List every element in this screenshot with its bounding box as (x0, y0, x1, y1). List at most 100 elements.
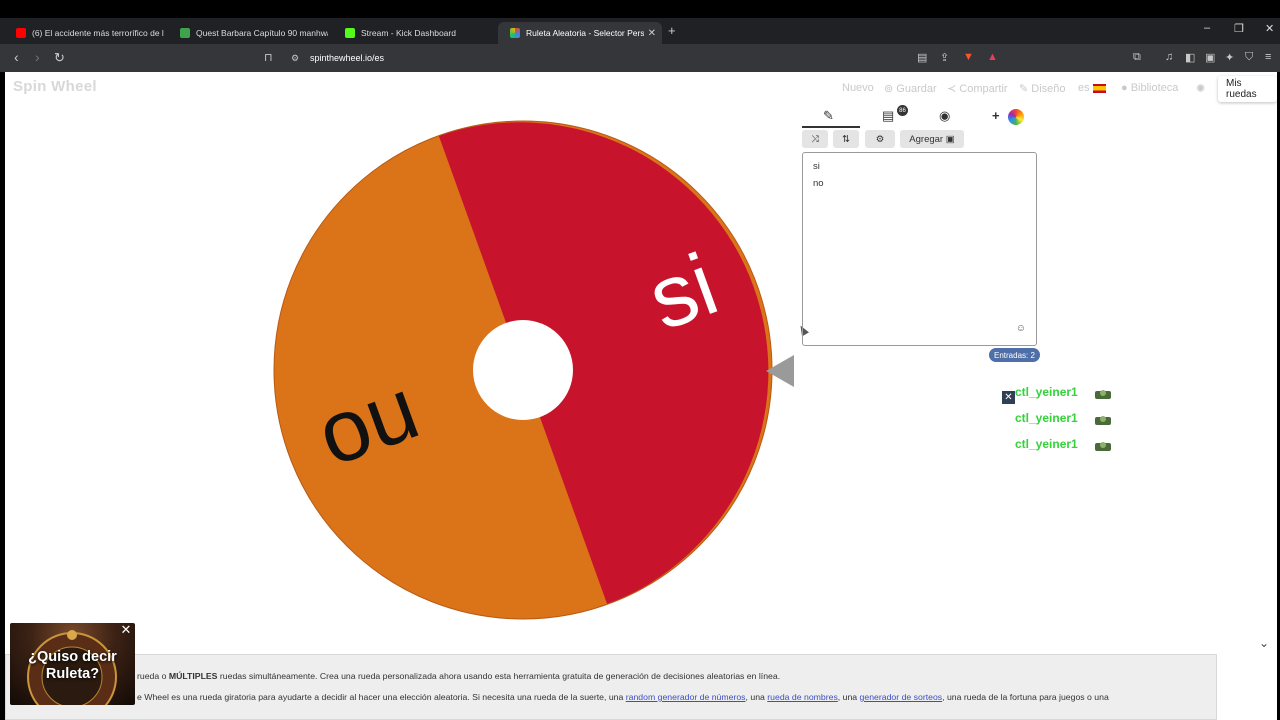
entry-line: si (813, 161, 820, 172)
menu-guardar[interactable]: ⊚ Guardar (884, 82, 937, 95)
tab-ruleta[interactable]: Ruleta Aleatoria - Selector Person ✕ (498, 22, 662, 44)
brush-icon: ✎ (1019, 83, 1032, 95)
back-icon[interactable]: ‹ (14, 49, 19, 65)
entries-textarea[interactable]: si no ☺ (802, 152, 1037, 346)
new-tab-button[interactable]: + (668, 23, 676, 38)
sort-button[interactable]: ⇅ (833, 130, 859, 148)
minimize-button[interactable]: – (1204, 22, 1210, 34)
sidebar-toggle-icon[interactable]: ⧉ (1133, 51, 1141, 64)
shuffle-icon: ⤨ (811, 133, 819, 145)
leo-ai-icon[interactable]: ✦ (1225, 51, 1234, 64)
shuffle-button[interactable]: ⤨ (802, 130, 828, 148)
bookmark-icon[interactable]: ⊓ (264, 51, 273, 64)
add-plus-icon[interactable]: + (992, 108, 1000, 123)
kick-icon (345, 28, 355, 38)
desc-text: ruedas simultáneamente. Crea una rueda p… (217, 671, 781, 681)
share-link-icon: ≺ (947, 83, 960, 95)
menu-biblioteca-label: Biblioteca (1130, 82, 1179, 94)
globe-icon: ● (1121, 82, 1131, 94)
menu-compartir-label: Compartir (959, 83, 1008, 95)
desc-text: , una (837, 692, 860, 702)
manhwa-site-icon (180, 28, 190, 38)
site-logo[interactable]: Spin Wheel (13, 78, 97, 95)
gear-icon: ⚙ (875, 133, 885, 145)
tab-title: Stream - Kick Dashboard (361, 28, 456, 38)
wheel-pointer (766, 355, 794, 387)
kick-emote-icon (1095, 390, 1111, 399)
site-info-icon[interactable]: ⚙ (291, 53, 299, 64)
add-image-button[interactable]: Agregar ▣ (900, 130, 964, 148)
tab-youtube[interactable]: (6) El accidente más terrorífico de la (4, 22, 164, 44)
add-image-label: Agregar (909, 133, 944, 145)
description-line-2: e Wheel es una rueda giratoria para ayud… (137, 692, 1109, 702)
desc-text: rueda o (137, 671, 169, 681)
kick-emote-icon (1095, 442, 1111, 451)
overlay-close-icon[interactable]: ✕ (1002, 391, 1015, 404)
menu-diseno[interactable]: ✎ Diseño (1019, 82, 1066, 95)
advanced-button[interactable]: ⚙ (865, 130, 895, 148)
restore-button[interactable]: ❐ (1234, 22, 1244, 35)
spinwheel-site-icon (510, 28, 520, 38)
overlay-user: ctl_yeiner1 (1015, 411, 1078, 425)
link-name-wheel[interactable]: rueda de nombres (767, 692, 838, 702)
tab-title: Ruleta Aleatoria - Selector Person (526, 28, 644, 38)
ad-text-line-2: Ruleta? (45, 666, 100, 682)
ad-roulette-banner[interactable]: ¿Quiso decir Ruleta? ✕ (10, 623, 135, 705)
kick-emote-icon (1095, 416, 1111, 425)
menu-idioma[interactable]: es (1078, 82, 1106, 94)
tab-bar: (6) El accidente más terrorífico de la Q… (0, 18, 1280, 44)
spain-flag-icon (1092, 83, 1106, 93)
menu-icon[interactable]: ≡ (1265, 51, 1271, 63)
wheel-center-hub[interactable] (473, 320, 573, 420)
media-icon[interactable]: ♫ (1165, 51, 1173, 63)
brave-rewards-icon[interactable]: ▲ (987, 51, 998, 63)
wallet-icon[interactable]: ▣ (1205, 51, 1215, 64)
desc-bold: MÚLTIPLES (168, 671, 218, 681)
url-field[interactable]: spinthewheel.io/es (310, 53, 384, 63)
color-palette-icon[interactable] (1008, 109, 1024, 125)
link-random-numbers[interactable]: random generador de números (626, 692, 746, 702)
settings-icon[interactable]: ✺ (1196, 82, 1205, 95)
tab-title: Quest Barbara Capítulo 90 manhwa (196, 28, 328, 38)
menu-diseno-label: Diseño (1031, 83, 1066, 95)
edit-tab-pencil-icon[interactable]: ✎ (823, 108, 834, 124)
menu-guardar-label: Guardar (896, 83, 937, 95)
split-view-icon[interactable]: ◧ (1185, 51, 1195, 64)
address-toolbar (0, 44, 1280, 72)
menu-nuevo[interactable]: Nuevo (842, 82, 874, 94)
ad-text: ¿Quiso decir Ruleta? (10, 649, 135, 683)
link-raffle-generator[interactable]: generador de sorteos (860, 692, 943, 702)
close-window-button[interactable]: ✕ (1265, 22, 1274, 35)
reader-mode-icon[interactable]: ▤ (917, 51, 927, 64)
menu-biblioteca[interactable]: ● Biblioteca (1121, 82, 1178, 94)
mis-ruedas-button[interactable]: Mis ruedas (1218, 76, 1277, 102)
active-tab-indicator (802, 126, 860, 128)
tab-kick[interactable]: Stream - Kick Dashboard (333, 22, 493, 44)
tab-title: (6) El accidente más terrorífico de la (32, 28, 164, 38)
menu-idioma-label: es (1078, 82, 1090, 94)
vpn-icon[interactable]: ⛉ (1245, 51, 1253, 64)
desc-text: e Wheel es una rueda giratoria para ayud… (137, 692, 626, 702)
share-icon[interactable]: ⇪ (940, 51, 949, 64)
ad-close-icon[interactable]: ✕ (120, 623, 132, 637)
save-icon: ⊚ (884, 83, 897, 95)
ad-text-line-1: ¿Quiso decir (28, 649, 117, 665)
overlay-user: ctl_yeiner1 (1015, 385, 1078, 399)
sort-icon: ⇅ (842, 133, 850, 145)
brave-shield-icon[interactable]: ▼ (963, 51, 974, 63)
desc-text: , una (745, 692, 768, 702)
forward-icon[interactable]: › (35, 49, 40, 65)
entries-count-badge: Entradas: 2 (989, 348, 1040, 362)
tab-close-icon[interactable]: ✕ (648, 28, 656, 39)
reload-icon[interactable]: ↻ (54, 50, 65, 66)
youtube-icon (16, 28, 26, 38)
emoji-icon[interactable]: ☺ (1016, 321, 1026, 338)
image-icon: ▣ (945, 133, 955, 145)
menu-compartir[interactable]: ≺ Compartir (947, 82, 1008, 95)
clipboard-tab-icon[interactable]: ▤ (882, 108, 894, 124)
chevron-down-icon[interactable]: ⌄ (1259, 636, 1269, 650)
spin-wheel[interactable]: si ou (273, 120, 773, 620)
notes-count-badge: 86 (897, 105, 908, 116)
tab-manhwa[interactable]: Quest Barbara Capítulo 90 manhwa (168, 22, 328, 44)
hide-tab-eye-icon[interactable]: ◉ (939, 108, 950, 124)
